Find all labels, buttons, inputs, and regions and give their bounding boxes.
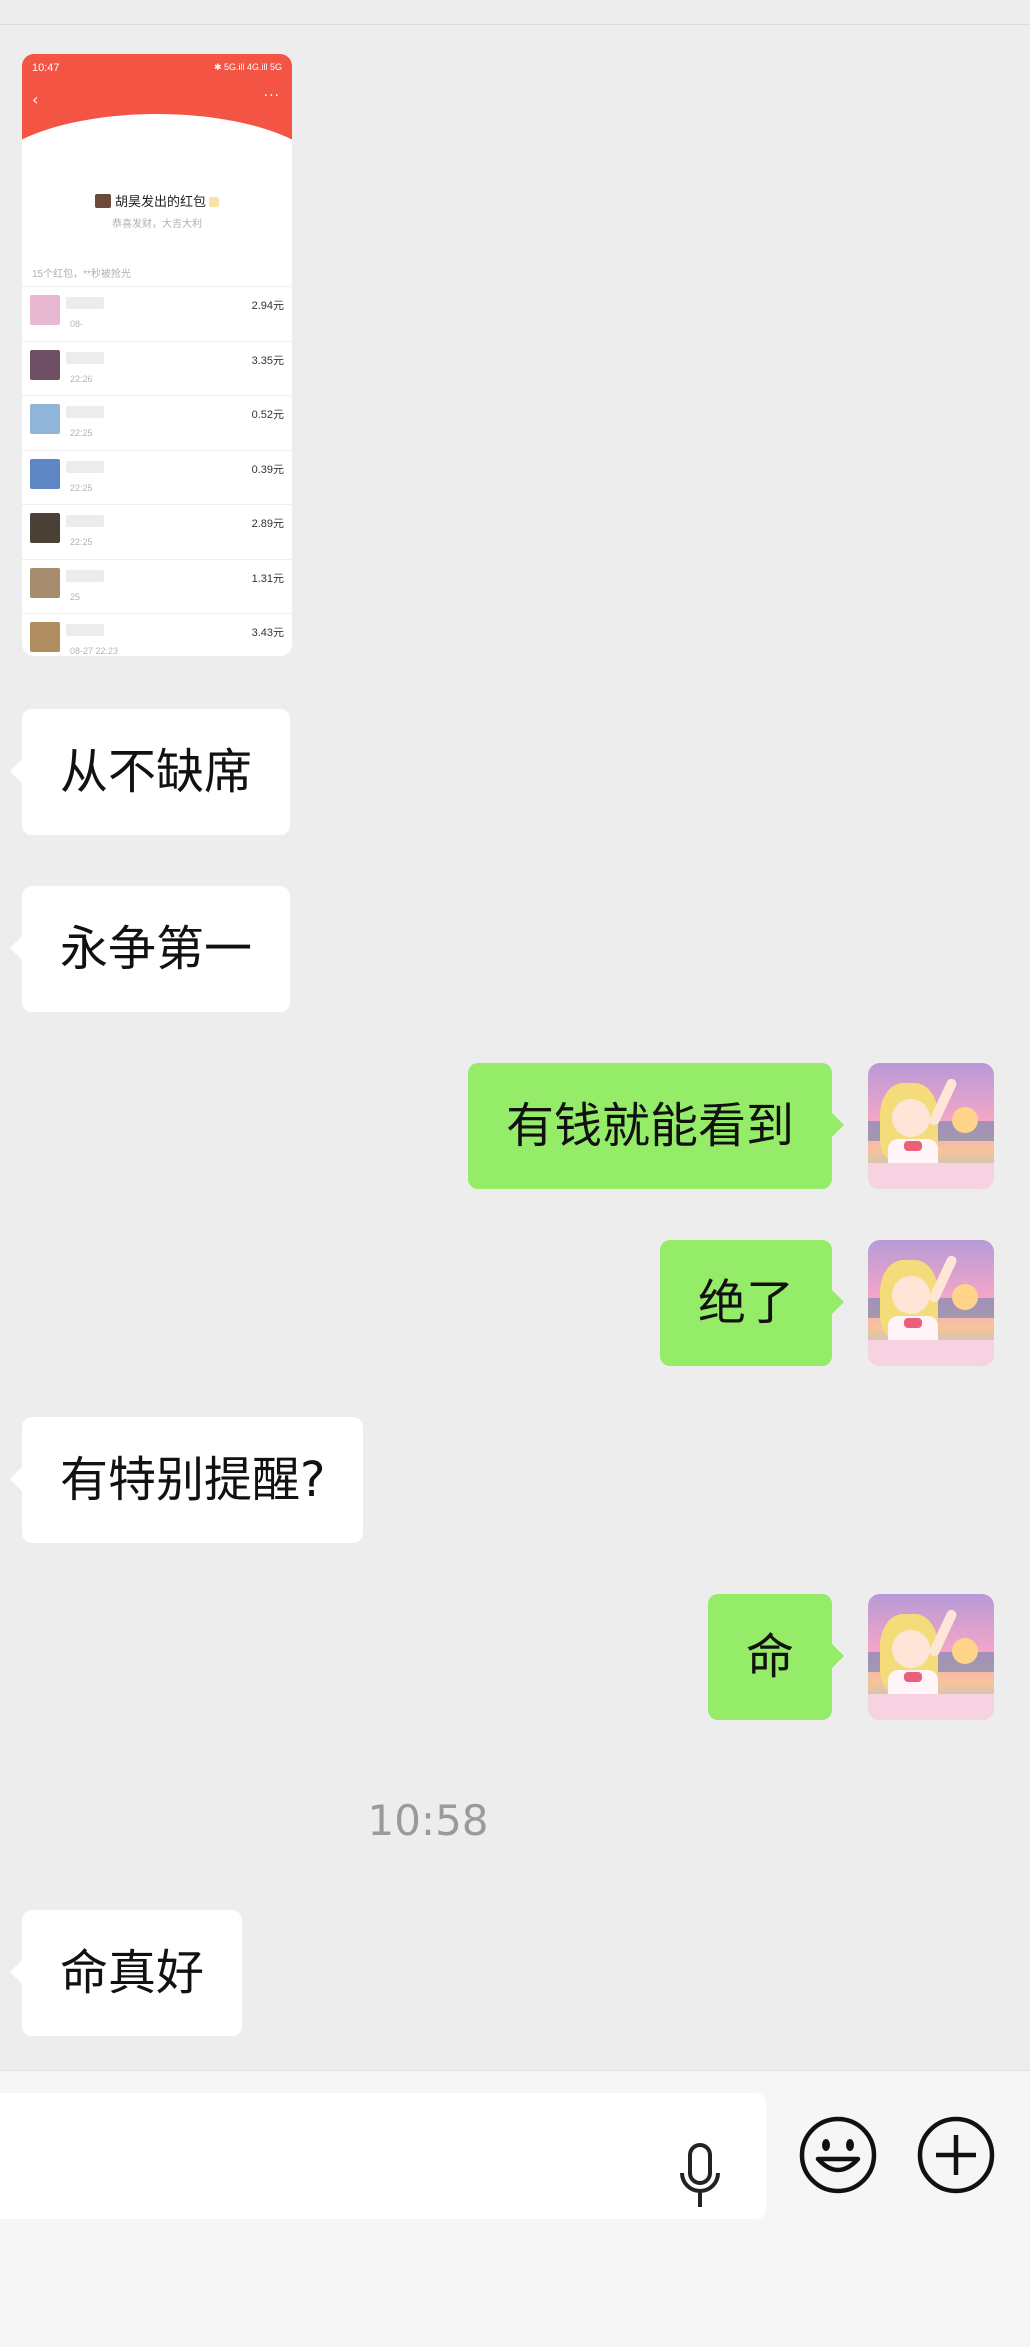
message-incoming[interactable]: 命真好 xyxy=(9,1910,243,2036)
my-avatar[interactable] xyxy=(868,1063,994,1189)
sender-avatar xyxy=(94,194,111,208)
recipient-list: 08- 2.94元 22:26 3.35元 22:25 0.52元 22:25 0.39元 22… xyxy=(22,286,292,656)
recipient-name-blurred xyxy=(66,624,104,636)
recipient-avatar xyxy=(30,622,60,652)
recipient-name-blurred xyxy=(66,460,104,473)
recipient-row: 22:25 2.89元 xyxy=(22,504,292,559)
message-input[interactable] xyxy=(0,2093,766,2219)
chevron-left-icon: ‹ xyxy=(32,90,39,109)
message-outgoing[interactable]: 绝了 xyxy=(659,1240,845,1366)
message-incoming[interactable]: 永争第一 xyxy=(9,886,291,1012)
recipient-amount: 1.31元 xyxy=(251,572,284,585)
header-arc xyxy=(22,114,292,254)
red-packet-wish: 恭喜发财，大吉大利 xyxy=(112,219,202,230)
recipient-amount: 0.39元 xyxy=(251,463,284,476)
recipient-time: 08- xyxy=(70,319,84,329)
recipient-row: 08- 2.94元 xyxy=(22,286,292,341)
recipient-name-blurred xyxy=(66,297,104,309)
recipient-name-blurred xyxy=(66,351,104,364)
recipient-avatar xyxy=(30,404,60,434)
status-icons: ✱ 5G.ill 4G.ill 5G xyxy=(213,62,282,72)
shared-image-message[interactable]: 10:47 ✱ 5G.ill 4G.ill 5G ‹ ··· 胡昊发出的红包 恭… xyxy=(22,54,292,656)
recipient-amount: 3.43元 xyxy=(251,627,284,639)
recipient-time: 22:25 xyxy=(70,537,93,547)
red-packet-header: 10:47 ✱ 5G.ill 4G.ill 5G ‹ ··· xyxy=(22,54,292,254)
recipient-time: 22:25 xyxy=(70,482,93,493)
recipient-avatar xyxy=(30,513,60,543)
my-avatar[interactable] xyxy=(868,1594,994,1720)
recipient-amount: 0.52元 xyxy=(251,409,284,421)
status-time: 10:47 xyxy=(32,62,60,74)
recipient-name-blurred xyxy=(66,569,104,582)
plus-circle-icon[interactable] xyxy=(916,2115,996,2195)
chat-input-bar xyxy=(0,2070,1030,2347)
microphone-icon[interactable] xyxy=(676,2141,724,2213)
chat-timestamp: 10:58 xyxy=(367,1796,489,1845)
recipient-amount: 2.89元 xyxy=(251,518,284,530)
message-incoming[interactable]: 从不缺席 xyxy=(9,709,291,835)
top-divider xyxy=(0,0,1030,25)
recipient-row: 22:25 0.52元 xyxy=(22,395,292,450)
recipient-row: 22:26 3.35元 xyxy=(22,340,292,396)
recipient-time: 22:25 xyxy=(70,428,93,438)
sender-title: 胡昊发出的红包 xyxy=(114,194,206,209)
message-incoming[interactable]: 有特别提醒? xyxy=(9,1417,364,1543)
message-outgoing[interactable]: 有钱就能看到 xyxy=(467,1063,845,1189)
recipient-row: 25 1.31元 xyxy=(22,558,292,614)
red-packet-summary: 15个红包，**秒被抢光 xyxy=(32,269,131,280)
recipient-amount: 2.94元 xyxy=(251,300,284,312)
recipient-row: 22:25 0.39元 xyxy=(22,449,292,505)
recipient-time: 08-27 22:23 xyxy=(70,646,119,656)
recipient-name-blurred xyxy=(66,406,104,418)
recipient-time: 25 xyxy=(70,591,81,602)
recipient-time: 22:26 xyxy=(70,373,93,384)
recipient-avatar xyxy=(30,349,60,380)
my-avatar[interactable] xyxy=(868,1240,994,1366)
recipient-avatar xyxy=(30,567,60,598)
emoji-icon[interactable] xyxy=(798,2115,878,2195)
more-dots-icon: ··· xyxy=(263,88,280,104)
recipient-amount: 3.35元 xyxy=(251,354,284,367)
message-outgoing[interactable]: 命 xyxy=(707,1594,845,1720)
recipient-row: 08-27 22:23 3.43元 xyxy=(22,613,292,656)
recipient-avatar xyxy=(30,458,60,489)
recipient-name-blurred xyxy=(66,515,104,527)
recipient-avatar xyxy=(30,295,60,325)
badge-icon xyxy=(209,197,219,207)
red-packet-sender: 胡昊发出的红包 xyxy=(22,191,292,210)
